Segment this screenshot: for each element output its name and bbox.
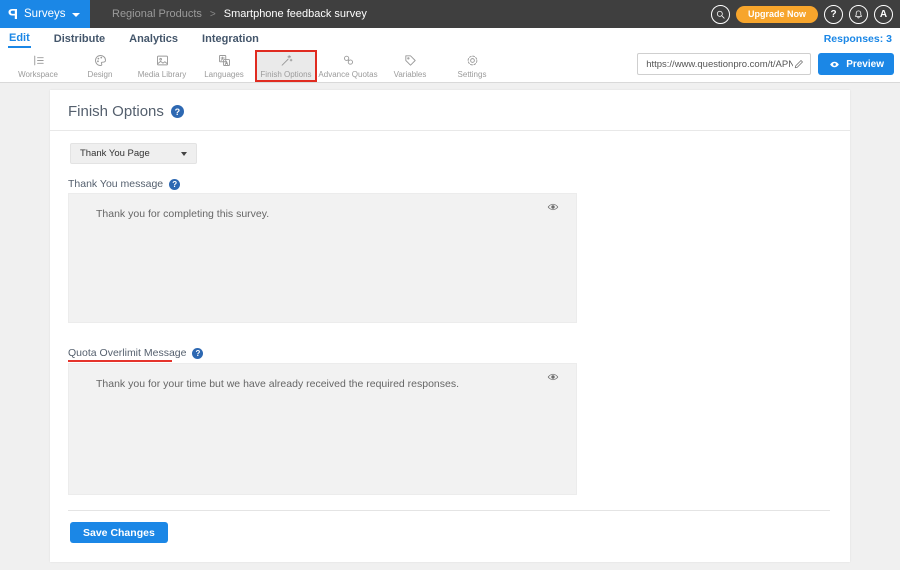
eye-preview-icon[interactable] [546,371,560,383]
toolbar-item-label: Variables [394,70,427,79]
questionpro-logo-icon: P [8,6,18,23]
bell-icon [853,9,864,20]
divider [68,510,830,511]
thank-you-message-text: Thank you for completing this survey. [96,208,269,220]
breadcrumb-folder[interactable]: Regional Products [112,8,202,20]
chevron-down-icon [181,152,187,156]
toolbar-item-finish-options[interactable]: Finish Options [255,50,317,82]
page-title: Finish Options [68,103,164,120]
toolbar-item-label: Workspace [18,70,58,79]
toolbar-right-actions: Preview [637,53,894,75]
translate-icon [217,53,232,68]
workspace-icon [31,53,46,68]
upgrade-now-button[interactable]: Upgrade Now [736,6,818,23]
quota-message-textarea[interactable]: Thank you for your time but we have alre… [68,363,577,495]
magic-wand-icon [279,53,294,68]
survey-url-input[interactable] [646,59,793,70]
toolbar-item-workspace[interactable]: Workspace [7,50,69,82]
eye-icon [828,59,841,70]
toolbar-item-label: Advance Quotas [318,70,377,79]
edit-pencil-icon[interactable] [793,58,805,70]
tag-icon [403,53,418,68]
breadcrumb-survey-name[interactable]: Smartphone feedback survey [224,8,367,20]
toolbar-item-label: Finish Options [260,70,311,79]
help-button[interactable]: ? [824,5,843,24]
help-icon[interactable]: ? [169,179,180,190]
survey-nav-tabs: Edit Distribute Analytics Integration Re… [0,28,900,49]
red-annotation-underline [68,360,172,362]
tab-distribute[interactable]: Distribute [53,30,106,47]
toolbar-item-label: Media Library [138,70,186,79]
finish-type-value: Thank You Page [80,148,181,159]
account-avatar[interactable]: A [874,5,893,24]
gear-icon [465,53,480,68]
top-bar: P Surveys Regional Products > Smartphone… [0,0,900,28]
help-icon[interactable]: ? [171,105,184,118]
quota-label-row: Quota Overlimit Message ? [68,347,203,359]
topbar-actions: Upgrade Now ? A [711,0,893,28]
question-icon: ? [830,9,836,20]
survey-url-field[interactable] [637,53,811,75]
toolbar-item-label: Settings [458,70,487,79]
toolbar-item-advance-quotas[interactable]: Advance Quotas [317,50,379,82]
preview-label: Preview [846,59,884,70]
toolbar-item-settings[interactable]: Settings [441,50,503,82]
tab-analytics[interactable]: Analytics [128,30,179,47]
avatar-letter: A [880,9,887,20]
save-changes-button[interactable]: Save Changes [70,522,168,543]
product-switcher-label: Surveys [24,8,66,20]
edit-toolbar: Workspace Design Media Library Languages… [0,49,900,83]
toolbar-item-media-library[interactable]: Media Library [131,50,193,82]
search-button[interactable] [711,5,730,24]
responses-count[interactable]: Responses: 3 [824,33,892,45]
app-logo-surveys-menu[interactable]: P Surveys [0,0,90,28]
finish-options-panel: Finish Options ? Thank You Page Thank Yo… [50,90,850,562]
search-icon [715,9,726,20]
toolbar-item-design[interactable]: Design [69,50,131,82]
image-icon [155,53,170,68]
quota-message-text: Thank you for your time but we have alre… [96,378,459,390]
preview-button[interactable]: Preview [818,53,894,75]
thank-you-message-textarea[interactable]: Thank you for completing this survey. [68,193,577,323]
panel-header: Finish Options ? [50,90,850,131]
palette-icon [93,53,108,68]
help-icon[interactable]: ? [192,348,203,359]
chevron-down-icon [72,13,80,17]
thank-you-label: Thank You message [68,178,163,190]
breadcrumb-separator: > [210,9,216,20]
breadcrumb: Regional Products > Smartphone feedback … [112,8,367,20]
quota-overlimit-label: Quota Overlimit Message [68,347,186,359]
toolbar-item-label: Languages [204,70,244,79]
toolbar-item-languages[interactable]: Languages [193,50,255,82]
notifications-button[interactable] [849,5,868,24]
finish-type-dropdown[interactable]: Thank You Page [70,143,197,164]
chain-links-icon [341,53,356,68]
thank-you-label-row: Thank You message ? [68,178,180,190]
eye-preview-icon[interactable] [546,201,560,213]
toolbar-item-variables[interactable]: Variables [379,50,441,82]
tab-integration[interactable]: Integration [201,30,260,47]
tab-edit[interactable]: Edit [8,29,31,48]
toolbar-item-label: Design [88,70,113,79]
